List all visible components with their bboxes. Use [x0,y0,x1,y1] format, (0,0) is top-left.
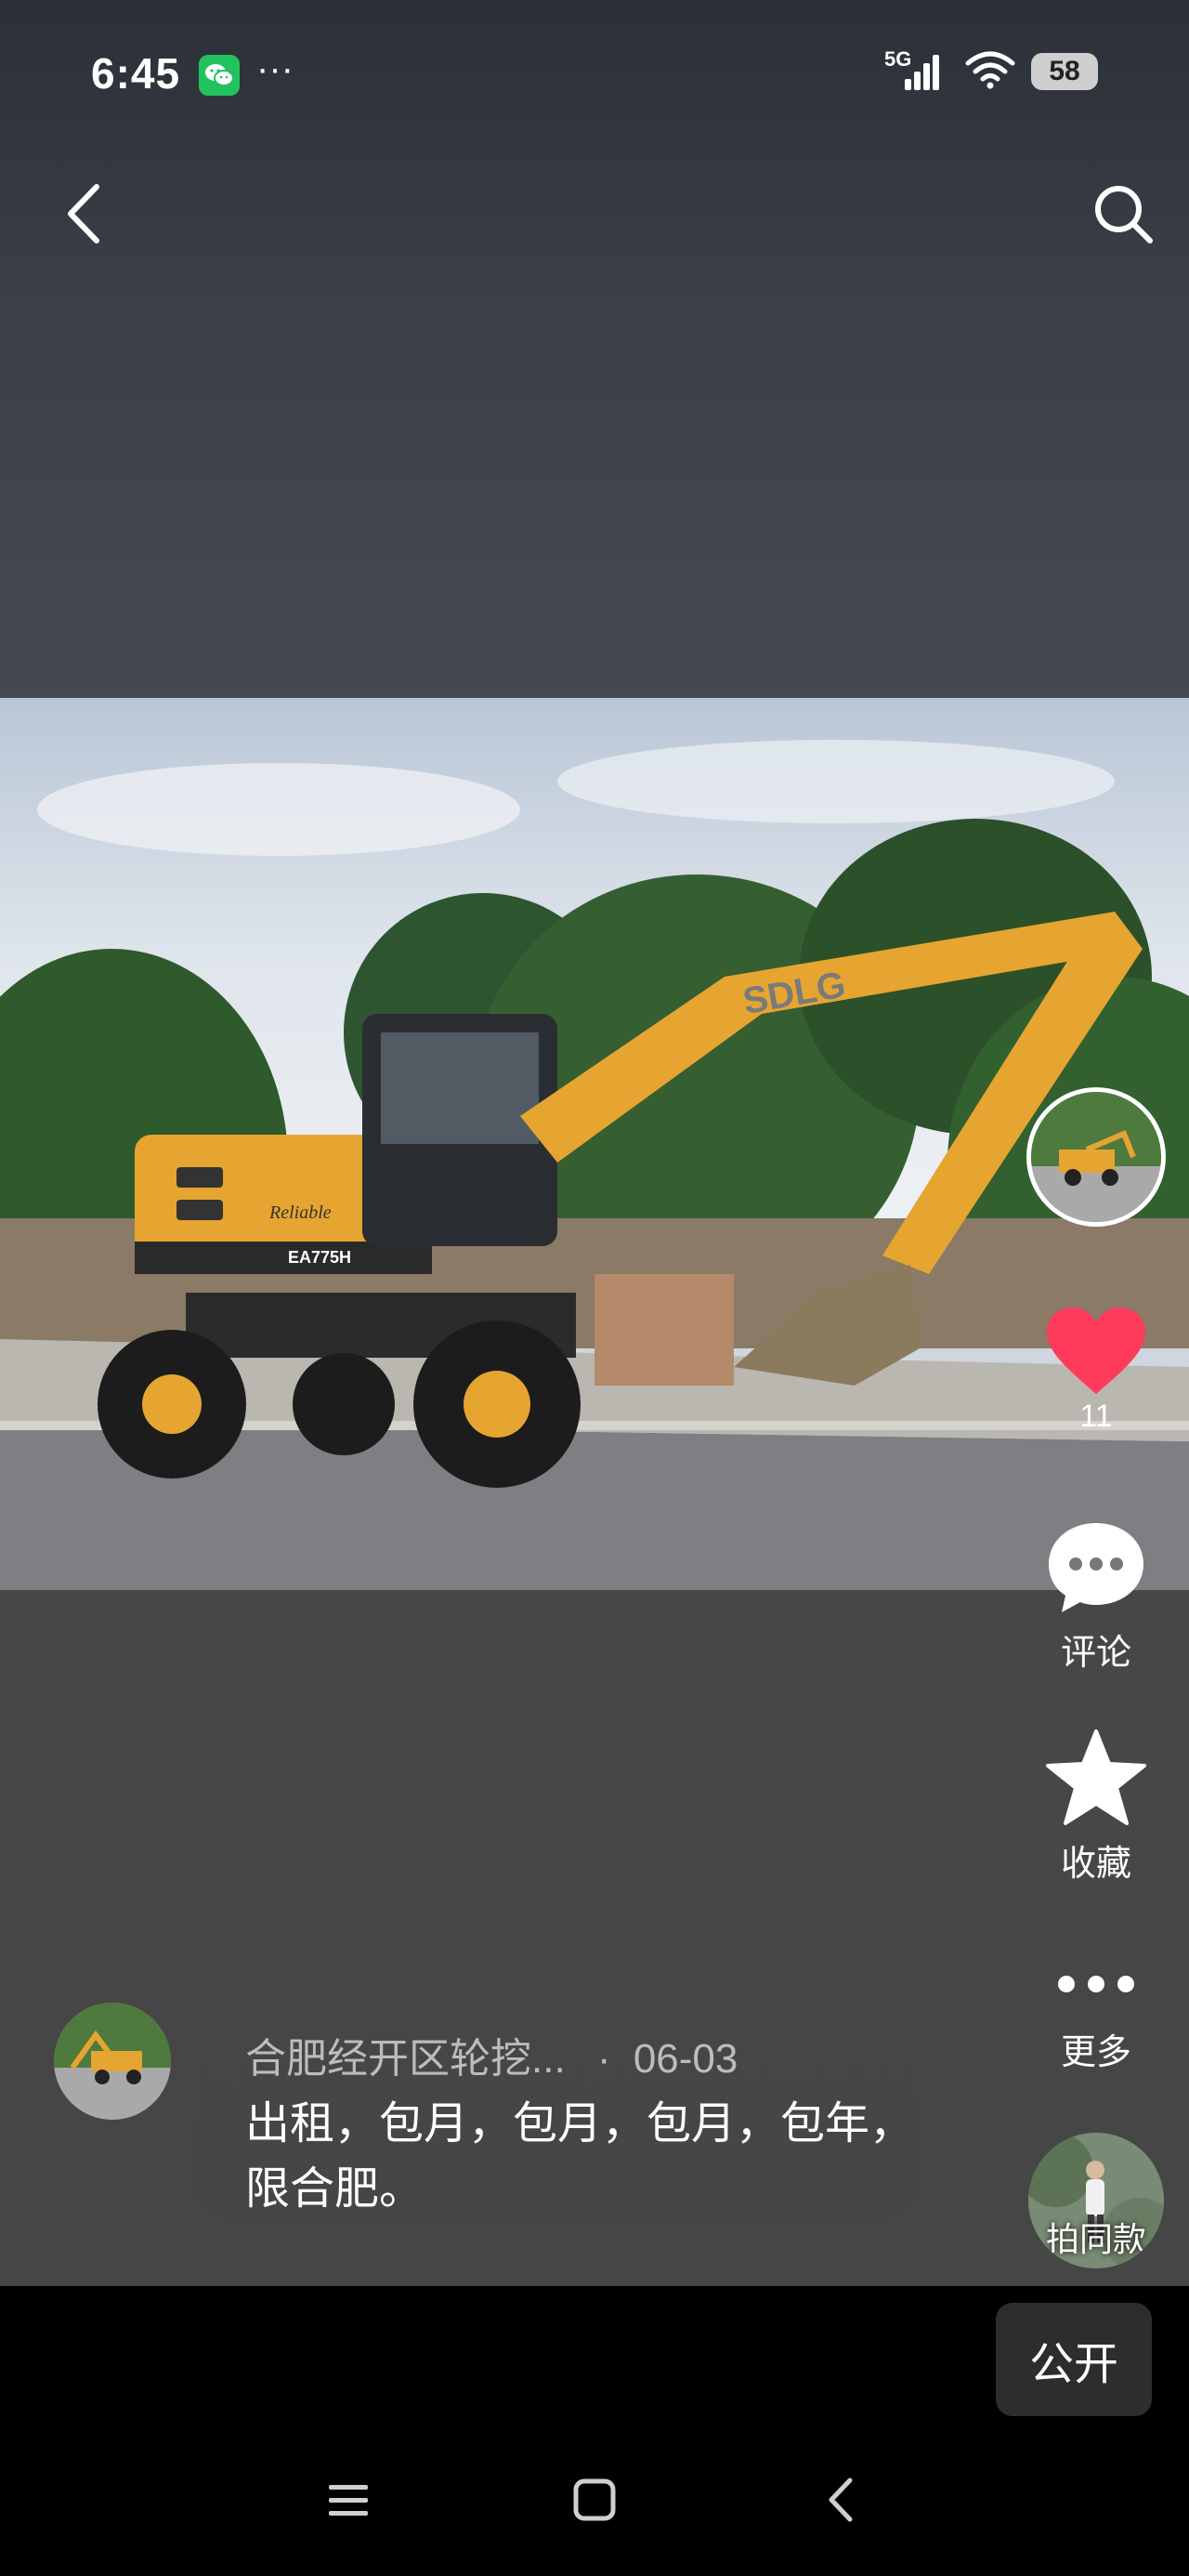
search-button[interactable] [1081,177,1165,251]
comment-button[interactable]: 评论 [1003,1519,1189,1675]
status-indicators: 5G 58 [884,47,1098,94]
author-avatar[interactable] [54,2003,171,2120]
system-back-icon [829,2477,853,2522]
recent-apps-button[interactable] [307,2463,390,2537]
post-info[interactable]: 合肥经开区轮挖... · 06-03 出租，包月，包月，包月，包年，限合肥。 [197,2012,917,2218]
status-bar: 6:45 ··· 5G 58 [0,0,1189,149]
comment-icon [1049,1523,1143,1612]
side-action-rail: 11 评论 收藏 更多 拍同款 [1003,1078,1189,2286]
comment-label: 评论 [1060,1634,1131,1673]
wifi-icon [964,48,1016,94]
creator-avatar [1026,1087,1166,1227]
system-nav-bar [0,2453,1189,2546]
home-button[interactable] [553,2463,636,2537]
same-style-label: 拍同款 [1045,2220,1146,2258]
svg-text:Reliable: Reliable [268,1203,332,1223]
star-icon [1046,1729,1146,1825]
author-name[interactable]: 合肥经开区轮挖... [245,2036,566,2082]
heart-icon [1047,1308,1145,1394]
publish-button[interactable]: 公开 [996,2303,1152,2416]
screen: 6:45 ··· 5G 58 Reliable EA775H SDLG 11 评… [0,0,1189,2576]
home-icon [573,2478,616,2521]
creator-avatar-button[interactable] [1003,1087,1189,1227]
menu-icon [329,2485,368,2516]
like-button[interactable]: 11 [1003,1306,1189,1435]
favorite-button[interactable]: 收藏 [1003,1728,1189,1886]
back-icon [68,184,99,243]
same-style-button[interactable]: 拍同款 [1003,2133,1189,2268]
more-button[interactable]: 更多 [1003,1965,1189,2074]
back-button[interactable] [46,177,121,251]
more-label: 更多 [1060,2033,1131,2072]
favorite-label: 收藏 [1060,1845,1131,1884]
search-icon [1095,186,1153,243]
post-caption: 出租，包月，包月，包月，包年，限合肥。 [245,2099,915,2214]
post-date: 06-03 [633,2036,738,2082]
svg-text:EA775H: EA775H [288,1248,351,1267]
author-line: 合肥经开区轮挖... · 06-03 [245,2025,738,2084]
separator: · [596,2036,611,2082]
battery-icon: 58 [1031,52,1098,90]
more-notifications-icon: ··· [256,48,294,89]
signal-icon: 5G [884,47,949,92]
same-style-thumbnail: 拍同款 [1028,2133,1164,2268]
status-time: 6:45 [91,49,181,98]
top-nav [0,167,1189,260]
system-back-button[interactable] [799,2463,882,2537]
like-count: 11 [1079,1399,1113,1434]
wechat-notification-icon [199,55,240,96]
more-icon [1058,1976,1134,1992]
